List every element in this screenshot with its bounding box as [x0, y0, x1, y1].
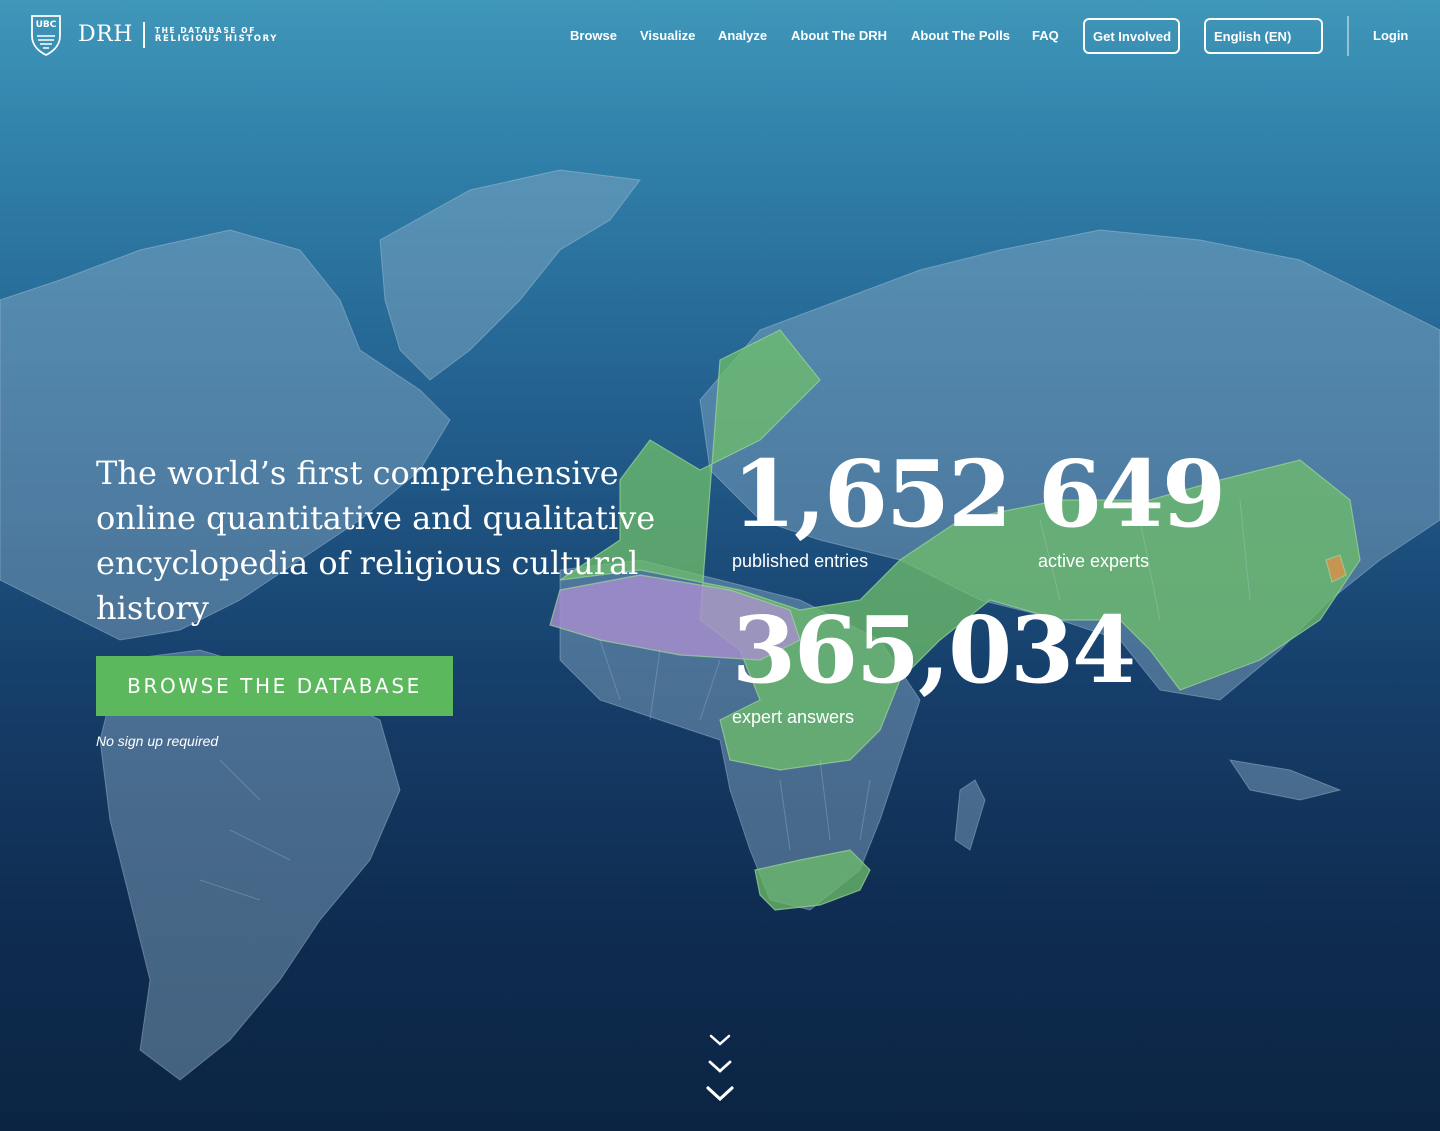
- indonesia-shape: [1228, 759, 1342, 801]
- no-signup-note: No sign up required: [96, 733, 219, 749]
- nav-analyze[interactable]: Analyze: [718, 28, 767, 43]
- nav-divider: [1347, 16, 1349, 56]
- stat-entries-value: 1,652: [732, 440, 1012, 548]
- logo-subtitle-big: RELIGIOUS HISTORY: [154, 34, 279, 44]
- stat-entries-label: published entries: [732, 551, 869, 571]
- get-involved-button[interactable]: Get Involved: [1083, 18, 1180, 54]
- language-select[interactable]: English (EN): [1204, 18, 1323, 54]
- nav-faq[interactable]: FAQ: [1032, 28, 1059, 43]
- stat-experts-value: 649: [1038, 440, 1226, 548]
- madagascar-shape: [954, 779, 986, 851]
- site-header: UBC DRH THE DATABASE OF RELIGIOUS HISTOR…: [0, 0, 1440, 72]
- stat-answers-value: 365,034: [732, 596, 1136, 704]
- brand-name: DRH: [78, 21, 133, 47]
- browse-database-button[interactable]: Browse the Database: [96, 656, 453, 716]
- login-link[interactable]: Login: [1373, 28, 1408, 43]
- ubc-shield-icon: UBC: [31, 15, 61, 56]
- nav-visualize[interactable]: Visualize: [640, 28, 695, 43]
- nav-browse[interactable]: Browse: [570, 28, 617, 43]
- nav-about-polls[interactable]: About The Polls: [911, 28, 1010, 43]
- stat-answers-label: expert answers: [732, 707, 855, 727]
- stat-experts-label: active experts: [1038, 551, 1150, 571]
- site-logo[interactable]: UBC DRH THE DATABASE OF RELIGIOUS HISTOR…: [30, 14, 278, 56]
- nav-about-drh[interactable]: About The DRH: [791, 28, 887, 43]
- logo-subtitle: THE DATABASE OF RELIGIOUS HISTORY: [154, 27, 279, 44]
- greenland-shape: [379, 169, 641, 381]
- hero-headline: The world’s first comprehensive online q…: [96, 454, 656, 627]
- logo-divider: [142, 22, 145, 48]
- shield-text: UBC: [36, 20, 57, 30]
- scroll-down-chevron-icon[interactable]: [700, 1030, 740, 1110]
